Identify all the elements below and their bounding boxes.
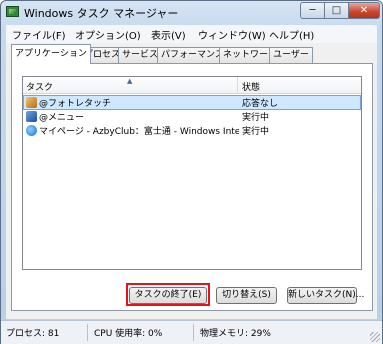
tab-services[interactable]: サービス <box>118 47 163 63</box>
task-name: マイページ - AzbyClub：富士通 - Windows Inte... <box>39 127 239 137</box>
menu-bar: ファイル(F) オプション(O) 表示(V) ウィンドウ(W) ヘルプ(H) <box>6 25 377 43</box>
menu-app-icon <box>26 111 37 122</box>
task-row[interactable]: @メニュー 実行中 <box>24 110 360 123</box>
task-status: 実行中 <box>242 127 270 137</box>
switch-to-button[interactable]: 切り替え(S) <box>216 287 277 304</box>
window-title: Windows タスク マネージャー <box>24 7 179 20</box>
status-memory: 物理メモリ: 29% <box>200 329 271 339</box>
column-status[interactable]: 状態 <box>242 80 260 93</box>
task-row[interactable]: マイページ - AzbyClub：富士通 - Windows Inte... 実… <box>24 124 360 137</box>
close-button[interactable]: ✕ <box>348 2 380 19</box>
status-processes: プロセス: 81 <box>6 329 60 339</box>
internet-explorer-icon <box>26 125 37 136</box>
task-manager-icon <box>6 6 19 17</box>
status-divider <box>87 324 88 341</box>
highlight-box <box>126 283 210 306</box>
column-task[interactable]: タスク <box>26 80 53 93</box>
new-task-button[interactable]: 新しいタスク(N)... <box>287 287 364 304</box>
menu-window[interactable]: ウィンドウ(W) <box>198 27 266 42</box>
maximize-button[interactable]: □ <box>324 2 349 19</box>
status-bar: プロセス: 81 CPU 使用率: 0% 物理メモリ: 29% <box>1 320 382 344</box>
task-list[interactable]: ▲ タスク 状態 @フォトレタッチ 応答なし @メニュー 実行中 マイページ -… <box>22 76 362 270</box>
minimize-button[interactable]: ─ <box>300 2 325 19</box>
resize-grip-icon[interactable] <box>370 332 380 342</box>
status-cpu: CPU 使用率: 0% <box>94 329 163 339</box>
client-area: アプリケーション プロセス サービス パフォーマンス ネットワーク ユーザー ▲… <box>6 43 377 319</box>
list-header: ▲ タスク 状態 <box>23 77 361 94</box>
column-divider[interactable] <box>237 77 238 94</box>
title-bar[interactable]: Windows タスク マネージャー ─ □ ✕ <box>1 1 382 23</box>
sort-arrow-icon: ▲ <box>127 77 133 85</box>
menu-help[interactable]: ヘルプ(H) <box>269 27 314 42</box>
task-manager-window: Windows タスク マネージャー ─ □ ✕ ファイル(F) オプション(O… <box>0 0 383 344</box>
photo-retouch-icon <box>26 97 37 108</box>
task-status: 応答なし <box>242 99 279 109</box>
tab-users[interactable]: ユーザー <box>269 47 313 63</box>
task-status: 実行中 <box>242 113 270 123</box>
menu-options[interactable]: オプション(O) <box>75 27 141 42</box>
task-name: @フォトレタッチ <box>39 99 112 109</box>
task-name: @メニュー <box>39 113 85 123</box>
tab-performance[interactable]: パフォーマンス <box>157 47 228 63</box>
tab-applications[interactable]: アプリケーション <box>11 44 91 64</box>
task-row[interactable]: @フォトレタッチ 応答なし <box>23 95 361 110</box>
status-divider <box>193 324 194 341</box>
menu-view[interactable]: 表示(V) <box>151 27 186 42</box>
menu-file[interactable]: ファイル(F) <box>12 27 66 42</box>
